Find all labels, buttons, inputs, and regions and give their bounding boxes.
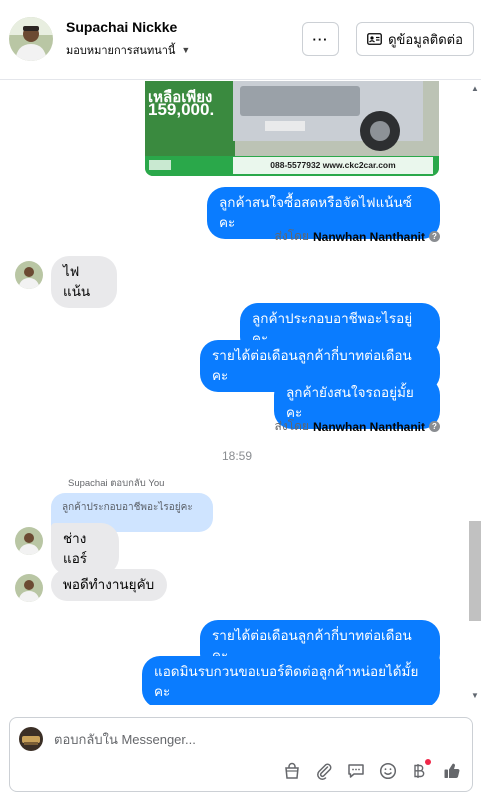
scroll-down-icon[interactable]: ▼ [471, 691, 479, 700]
assign-conversation-dropdown[interactable]: มอบหมายการสนทนานี้ ▼ [66, 41, 190, 59]
scroll-up-icon[interactable]: ▲ [471, 84, 479, 93]
contact-avatar-small[interactable] [15, 261, 43, 289]
message-line: คะ [154, 684, 171, 699]
message-outgoing[interactable]: แอดมินรบกวนขอเบอร์ติดต่อลูกค้าหน่อยได้มั… [142, 656, 440, 705]
contact-card-icon [367, 33, 382, 45]
sent-by-label: ส่งโดย Nanwhan Nanthanit ? [275, 227, 440, 246]
caret-down-icon: ▼ [181, 45, 191, 55]
notification-dot [425, 759, 431, 765]
message-timestamp: 18:59 [221, 449, 253, 463]
like-icon[interactable] [441, 760, 463, 782]
contact-avatar-small[interactable] [15, 574, 43, 602]
emoji-icon[interactable] [377, 760, 399, 782]
chat-scrollbar[interactable]: ▲ ▼ [469, 81, 481, 705]
info-icon[interactable]: ? [429, 231, 440, 242]
message-incoming[interactable]: ช่างแอร์ [51, 523, 119, 575]
conversation-header: Supachai Nickke มอบหมายการสนทนานี้ ▼ ···… [0, 0, 481, 80]
sent-by-label: ส่งโดย Nanwhan Nanthanit ? [275, 417, 440, 436]
message-incoming[interactable]: ไฟแน้น [51, 256, 117, 308]
sender-name[interactable]: Nanwhan Nanthanit [313, 230, 425, 244]
message-line: แอดมินรบกวนขอเบอร์ติดต่อลูกค้าหน่อยได้มั… [154, 664, 419, 679]
reply-label: Supachai ตอบกลับ You [68, 478, 165, 489]
saved-reply-icon[interactable] [345, 760, 367, 782]
message-incoming[interactable]: พอดีทำงานยุคับ [51, 569, 167, 601]
info-icon[interactable]: ? [429, 421, 440, 432]
message-composer [9, 717, 473, 792]
view-contact-info-label: ดูข้อมูลติดต่อ [388, 31, 463, 47]
page-avatar [19, 727, 43, 751]
more-icon: ··· [312, 31, 329, 47]
car-ad-footer: 088-5577932 www.ckc2car.com [270, 160, 396, 170]
contact-avatar[interactable] [9, 17, 53, 61]
contact-name[interactable]: Supachai Nickke [66, 19, 177, 35]
reply-input[interactable] [54, 732, 354, 747]
shop-bag-icon[interactable] [281, 760, 303, 782]
scrollbar-thumb[interactable] [469, 521, 481, 621]
car-ad-image[interactable]: เหลือเพียง 159,000. 088-5577932 www.ckc2… [145, 81, 439, 176]
sender-name[interactable]: Nanwhan Nanthanit [313, 420, 425, 434]
contact-avatar-small[interactable] [15, 527, 43, 555]
baht-payment-icon[interactable] [409, 759, 431, 782]
more-button[interactable]: ··· [302, 22, 339, 56]
assign-label: มอบหมายการสนทนานี้ [66, 45, 176, 57]
message-list[interactable]: เหลือเพียง 159,000. 088-5577932 www.ckc2… [0, 81, 481, 705]
price-line-2: 159,000. [148, 100, 215, 119]
composer-toolbar [281, 759, 463, 782]
attachment-icon[interactable] [313, 760, 335, 782]
view-contact-info-button[interactable]: ดูข้อมูลติดต่อ [356, 22, 474, 56]
